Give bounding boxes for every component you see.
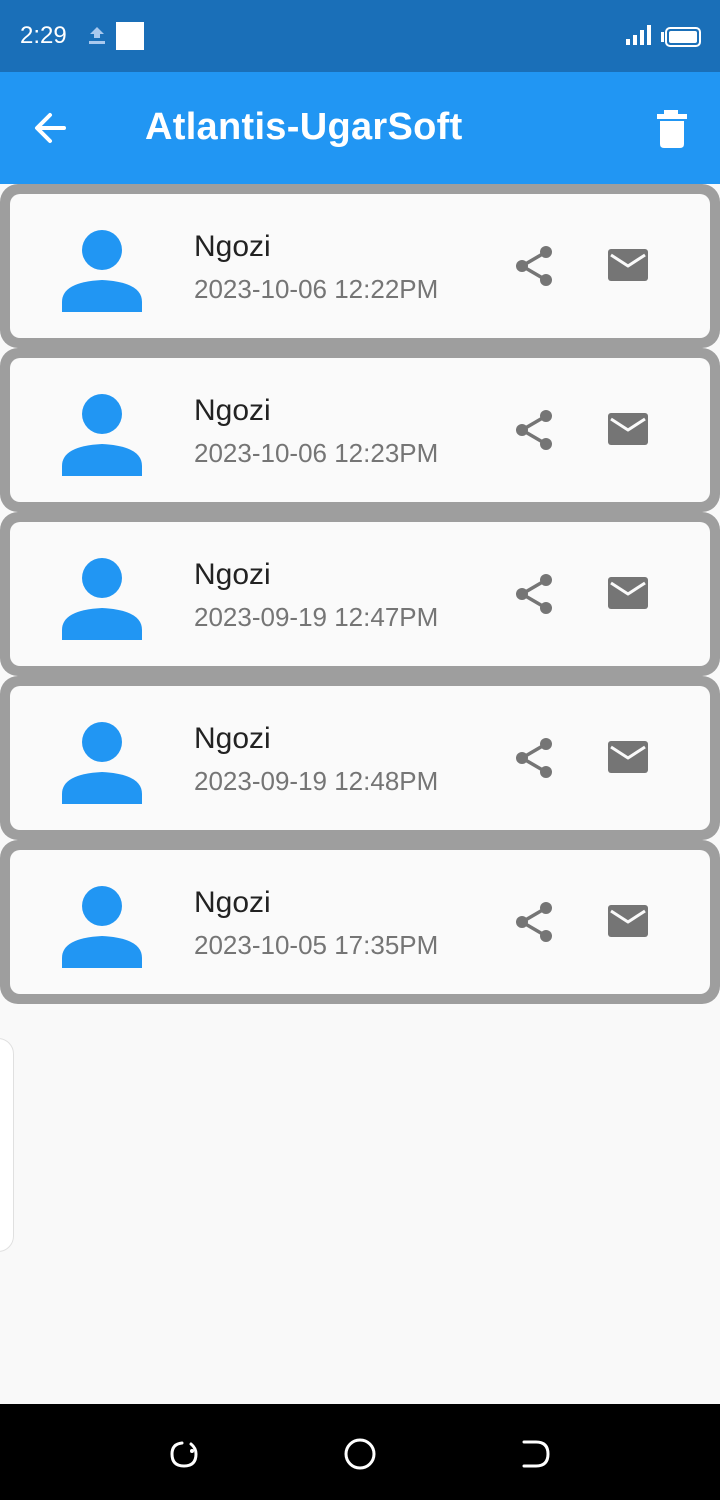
home-icon[interactable] — [342, 1436, 378, 1472]
back-nav-icon[interactable] — [518, 1436, 554, 1472]
battery-icon — [660, 26, 702, 53]
person-avatar-icon — [62, 230, 142, 312]
mail-icon[interactable] — [606, 738, 656, 778]
list-item[interactable]: Ngozi 2023-10-06 12:22PM — [0, 184, 720, 348]
mail-icon[interactable] — [606, 246, 656, 286]
delete-icon[interactable] — [650, 106, 694, 150]
card-body: Ngozi 2023-10-06 12:22PM — [10, 194, 710, 338]
message-date: 2023-09-19 12:48PM — [194, 766, 439, 796]
list-item[interactable]: Ngozi 2023-10-06 12:23PM — [0, 348, 720, 512]
mail-icon[interactable] — [606, 574, 656, 614]
mail-icon[interactable] — [606, 902, 656, 942]
notification-square-icon — [116, 22, 144, 50]
message-date: 2023-10-06 12:22PM — [194, 274, 439, 304]
share-icon[interactable] — [510, 570, 558, 618]
share-icon[interactable] — [510, 898, 558, 946]
upload-icon — [86, 24, 108, 51]
list-item[interactable]: Ngozi 2023-09-19 12:47PM — [0, 512, 720, 676]
card-body: Ngozi 2023-09-19 12:48PM — [10, 686, 710, 830]
message-date: 2023-09-19 12:47PM — [194, 602, 439, 632]
card-body: Ngozi 2023-10-06 12:23PM — [10, 358, 710, 502]
mail-icon[interactable] — [606, 410, 656, 450]
share-icon[interactable] — [510, 406, 558, 454]
person-avatar-icon — [62, 394, 142, 476]
share-icon[interactable] — [510, 242, 558, 290]
system-nav-bar — [0, 1404, 720, 1500]
app-bar: Atlantis-UgarSoft — [0, 72, 720, 184]
person-avatar-icon — [62, 886, 142, 968]
message-date: 2023-10-06 12:23PM — [194, 438, 439, 468]
message-date: 2023-10-05 17:35PM — [194, 930, 439, 960]
status-time: 2:29 — [20, 22, 67, 49]
back-arrow-icon[interactable] — [30, 108, 82, 148]
person-avatar-icon — [62, 558, 142, 640]
contact-name: Ngozi — [194, 722, 271, 755]
contact-name: Ngozi — [194, 886, 271, 919]
card-body: Ngozi 2023-10-05 17:35PM — [10, 850, 710, 994]
contact-name: Ngozi — [194, 558, 271, 591]
status-bar: 2:29 — [0, 0, 720, 72]
person-avatar-icon — [62, 722, 142, 804]
list-item[interactable]: Ngozi 2023-09-19 12:48PM — [0, 676, 720, 840]
list-item[interactable]: Ngozi 2023-10-05 17:35PM — [0, 840, 720, 1004]
side-drawer-handle[interactable] — [0, 1038, 14, 1252]
share-icon[interactable] — [510, 734, 558, 782]
contact-name: Ngozi — [194, 394, 271, 427]
signal-icon — [624, 24, 652, 51]
card-body: Ngozi 2023-09-19 12:47PM — [10, 522, 710, 666]
page-title: Atlantis-UgarSoft — [145, 106, 463, 148]
contact-name: Ngozi — [194, 230, 271, 263]
recent-apps-icon[interactable] — [166, 1436, 202, 1472]
